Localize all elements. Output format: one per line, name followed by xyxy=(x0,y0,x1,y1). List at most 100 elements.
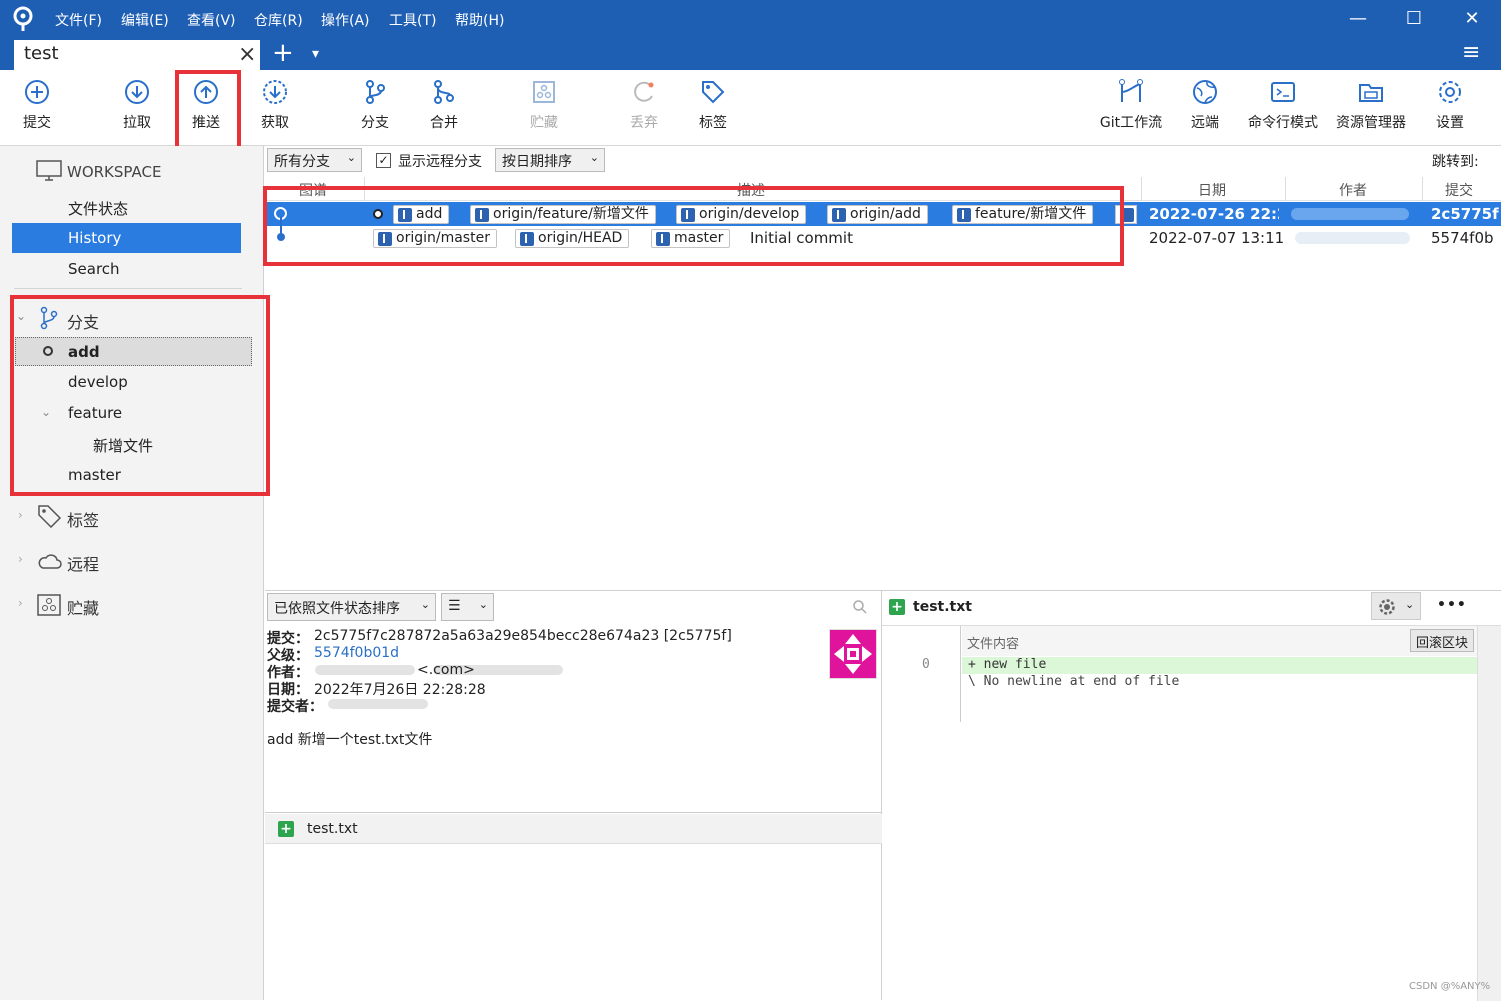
tags-header[interactable]: 标签 xyxy=(67,507,99,531)
diff-line-no-newline: \ No newline at end of file xyxy=(968,674,1180,689)
watermark: CSDN @%ANY% xyxy=(1409,981,1491,992)
commit-date: 2022-07-07 13:11 xyxy=(1149,229,1285,247)
remote-button[interactable]: 远端 xyxy=(1175,78,1235,138)
discard-button[interactable]: 丢弃 xyxy=(614,78,674,138)
commits-highlight-box xyxy=(263,186,1124,266)
menu-tools[interactable]: 工具(T) xyxy=(389,10,436,30)
terminal-button[interactable]: 命令行模式 xyxy=(1243,78,1323,138)
author-email: <.com> xyxy=(417,662,475,678)
hamburger-icon[interactable]: ≡ xyxy=(1462,40,1480,65)
close-tab-icon[interactable]: × xyxy=(238,42,256,67)
chevron-right-icon[interactable]: › xyxy=(18,552,23,566)
remotes-header[interactable]: 远程 xyxy=(67,551,99,575)
cloud-icon xyxy=(38,554,62,569)
push-highlight-box xyxy=(175,70,241,150)
monitor-icon xyxy=(36,160,62,181)
line-number: 0 xyxy=(922,657,930,672)
column-author[interactable]: 作者 xyxy=(1339,180,1367,200)
file-added-icon: + xyxy=(278,821,294,837)
commit-button[interactable]: 提交 xyxy=(7,78,67,138)
show-remote-checkbox[interactable]: ✓ xyxy=(376,153,391,168)
add-tab-icon[interactable]: + xyxy=(272,38,294,68)
sidebar-item-history[interactable]: History xyxy=(12,223,241,253)
terminal-icon xyxy=(1271,82,1295,102)
file-sort-dropdown[interactable]: 已依照文件状态排序 ⌄ xyxy=(267,593,436,621)
maximize-button[interactable]: ☐ xyxy=(1394,8,1434,30)
repo-tab[interactable]: test × xyxy=(14,40,260,70)
chevron-down-icon: ⌄ xyxy=(346,151,356,164)
explorer-button[interactable]: 资源管理器 xyxy=(1333,78,1409,138)
gitflow-button[interactable]: Git工作流 xyxy=(1096,78,1166,138)
pull-button[interactable]: 拉取 xyxy=(107,78,167,138)
gear-icon xyxy=(1439,81,1461,103)
branch-button[interactable]: 分支 xyxy=(345,78,405,138)
sort-dropdown[interactable]: 按日期排序 ⌄ xyxy=(495,148,605,172)
workspace-header: WORKSPACE xyxy=(67,163,162,181)
column-date[interactable]: 日期 xyxy=(1198,180,1226,200)
tab-dropdown-icon[interactable]: ▾ xyxy=(312,46,319,62)
tag-button[interactable]: 标签 xyxy=(683,78,743,138)
author-redacted xyxy=(1295,232,1410,244)
fetch-label: 获取 xyxy=(261,115,289,131)
settings-button[interactable]: 设置 xyxy=(1420,78,1480,138)
file-name: test.txt xyxy=(307,821,358,837)
menu-repository[interactable]: 仓库(R) xyxy=(254,10,303,30)
folder-icon xyxy=(1359,84,1383,102)
gear-icon xyxy=(1379,599,1395,615)
file-list-row[interactable]: + test.txt xyxy=(265,814,882,844)
committer-redacted xyxy=(328,699,428,709)
branch-icon xyxy=(366,80,385,104)
stash-button[interactable]: 贮藏 xyxy=(514,78,574,138)
menu-actions[interactable]: 操作(A) xyxy=(321,10,370,30)
branches-highlight-box xyxy=(10,295,270,496)
column-separator xyxy=(1141,177,1142,201)
minimize-button[interactable]: — xyxy=(1338,8,1378,30)
menu-help[interactable]: 帮助(H) xyxy=(455,10,504,30)
menu-file[interactable]: 文件(F) xyxy=(55,10,102,30)
identicon-icon xyxy=(830,630,876,678)
globe-icon xyxy=(1193,80,1217,104)
chevron-right-icon[interactable]: › xyxy=(18,596,23,610)
arrow-down-circle-icon xyxy=(125,80,149,104)
merge-button[interactable]: 合并 xyxy=(414,78,474,138)
menu-view[interactable]: 查看(V) xyxy=(187,10,236,30)
chevron-down-icon: ⌄ xyxy=(420,598,430,611)
pull-label: 拉取 xyxy=(123,115,151,131)
fetch-icon xyxy=(263,80,287,104)
sidebar xyxy=(0,146,264,1000)
branch-filter-dropdown[interactable]: 所有分支 ⌄ xyxy=(267,148,362,172)
commit-hash: 2c5775f xyxy=(1431,205,1499,223)
file-added-icon: + xyxy=(889,599,905,615)
column-separator xyxy=(1422,177,1423,201)
sidebar-item-file-status[interactable]: 文件状态 xyxy=(68,198,128,219)
stashes-header[interactable]: 贮藏 xyxy=(67,595,99,619)
chevron-right-icon[interactable]: › xyxy=(18,508,23,522)
merge-icon xyxy=(434,80,454,104)
fetch-button[interactable]: 获取 xyxy=(245,78,305,138)
branch-label: 分支 xyxy=(361,115,389,131)
parent-hash-link[interactable]: 5574f0b01d xyxy=(314,645,399,661)
commit-datetime: 2022年7月26日 22:28:28 xyxy=(314,682,486,698)
column-separator xyxy=(1285,177,1286,201)
view-mode-dropdown[interactable]: ☰ ⌄ xyxy=(441,593,494,621)
avatar xyxy=(829,629,877,679)
list-icon: ☰ xyxy=(448,598,461,614)
jump-to-label[interactable]: 跳转到: xyxy=(1432,151,1479,171)
menu-edit[interactable]: 编辑(E) xyxy=(121,10,169,30)
stash-icon xyxy=(37,594,61,616)
column-commit[interactable]: 提交 xyxy=(1445,180,1473,200)
commit-full-hash: 2c5775f7c287872a5a63a29e854becc28e674a23… xyxy=(314,628,732,644)
rollback-hunk-button[interactable]: 回滚区块 xyxy=(1410,629,1475,652)
stash-icon xyxy=(533,81,555,103)
diff-options-button[interactable]: ⌄ xyxy=(1371,592,1421,620)
more-options-icon[interactable]: ••• xyxy=(1437,597,1467,613)
search-icon[interactable] xyxy=(852,599,868,615)
tag-icon xyxy=(38,505,62,528)
chevron-down-icon: ⌄ xyxy=(589,151,599,164)
close-window-button[interactable]: ✕ xyxy=(1452,8,1492,30)
hunk-header: 文件内容 回滚区块 xyxy=(962,626,1477,656)
commit-label: 提交 xyxy=(23,115,51,131)
diff-scrollbar[interactable] xyxy=(1477,626,1501,1001)
sidebar-item-search[interactable]: Search xyxy=(68,260,120,278)
settings-label: 设置 xyxy=(1436,115,1464,131)
